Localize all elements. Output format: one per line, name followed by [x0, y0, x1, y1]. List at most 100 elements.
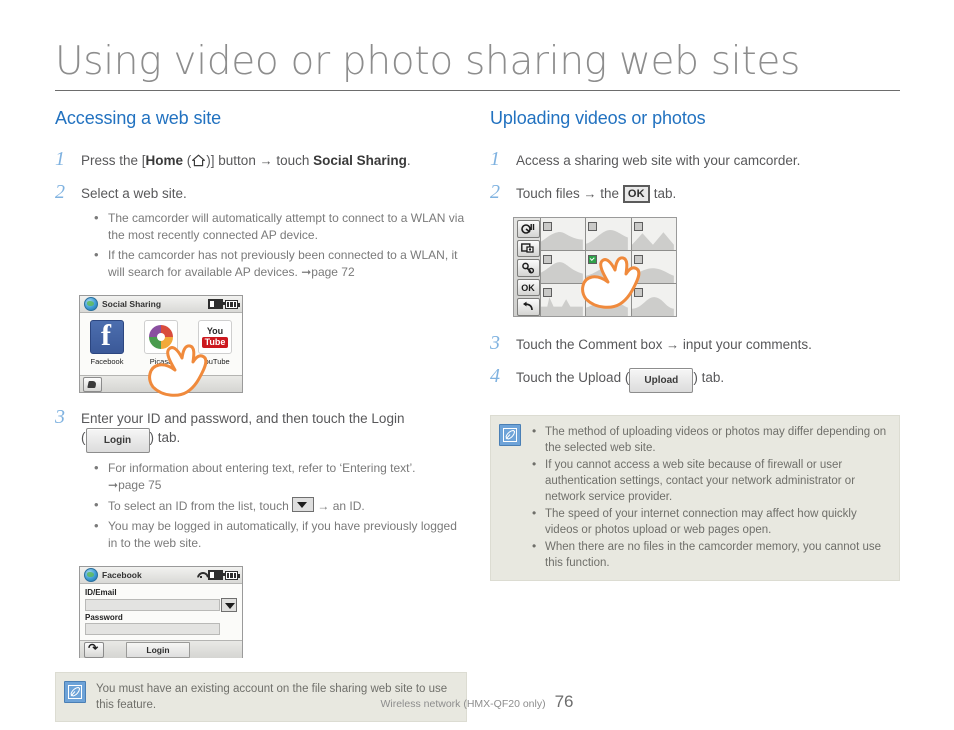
- ok-button[interactable]: OK: [516, 278, 540, 297]
- step-text: Touch the Comment box → input your comme…: [516, 335, 900, 354]
- photo-mode-icon[interactable]: [516, 239, 540, 258]
- ok-tab-inline[interactable]: OK: [622, 185, 650, 203]
- bullet-text: For information about entering text, ref…: [108, 461, 416, 475]
- thumbnail-item[interactable]: [541, 218, 586, 250]
- social-app-facebook[interactable]: Facebook: [84, 320, 130, 366]
- social-app-picasa[interactable]: Picasa: [138, 320, 184, 366]
- right-column: Uploading videos or photos 1 Access a sh…: [490, 108, 900, 581]
- thumbnail-grid-screen-mock: OK: [513, 217, 677, 317]
- bullet-item: You may be logged in automatically, if y…: [93, 517, 465, 552]
- chevron-down-icon[interactable]: [221, 598, 237, 612]
- facebook-login-screen-mock: Facebook ID/Email Password ↶ Login: [79, 566, 243, 658]
- app-label: YouTube: [200, 357, 230, 366]
- battery-icon: [208, 299, 225, 309]
- id-email-label: ID/Email: [85, 588, 117, 597]
- app-label: Picasa: [149, 357, 173, 366]
- thumbnail-checkbox[interactable]: [588, 222, 598, 231]
- paren-close: ) tab.: [149, 430, 181, 445]
- step1-bold-social: Social Sharing: [313, 153, 407, 168]
- step1-pre: Press the [: [81, 153, 146, 168]
- thumbnail-item[interactable]: [541, 251, 586, 283]
- thumbnail-checkbox-checked[interactable]: [588, 255, 598, 264]
- right-step-4: 4 Touch the Upload (Upload) tab.: [490, 365, 900, 393]
- bullet-item: For information about entering text, ref…: [93, 459, 465, 494]
- note-text: The method of uploading videos or photos…: [531, 423, 889, 572]
- network-icon[interactable]: [83, 376, 102, 392]
- step-number: 1: [55, 148, 65, 170]
- thumbnail-item[interactable]: [586, 218, 631, 250]
- left-step2-bullets: The camcorder will automatically attempt…: [81, 209, 465, 281]
- login-button[interactable]: Login: [126, 641, 190, 658]
- note-pencil-icon: [499, 424, 521, 446]
- thumbnail-checkbox[interactable]: [633, 255, 643, 264]
- bullet-item: The method of uploading videos or photos…: [531, 423, 889, 456]
- back-arrow-icon[interactable]: [516, 298, 540, 316]
- mock-footer-bar: Login: [80, 640, 242, 658]
- step1-bold-home: Home: [145, 153, 184, 168]
- thumbnail-item[interactable]: [631, 284, 676, 316]
- thumbnail-item[interactable]: [631, 218, 676, 250]
- page-number: 76: [554, 692, 574, 711]
- step-text: Touch the Upload (Upload) tab.: [516, 368, 900, 393]
- battery-full-icon: [225, 570, 240, 580]
- social-app-list: Facebook Picasa YouTube YouTube: [80, 313, 242, 375]
- bullet-item: When there are no files in the camcorder…: [531, 538, 889, 571]
- step2-mid: the: [596, 186, 623, 201]
- globe-icon: [84, 297, 98, 311]
- left-step-1: 1 Press the [Home ()] button → touch Soc…: [55, 148, 465, 170]
- id-email-field[interactable]: [85, 599, 220, 611]
- step-number: 3: [55, 406, 65, 428]
- thumbnail-checkbox[interactable]: [633, 288, 643, 297]
- bullet-item: The speed of your internet connection ma…: [531, 505, 889, 538]
- video-mode-icon[interactable]: [516, 220, 540, 238]
- step-text: Touch files → the OK tab.: [516, 184, 900, 203]
- thumbnail-item[interactable]: [631, 251, 676, 283]
- left-step-3: 3 Enter your ID and password, and then t…: [55, 406, 465, 552]
- login-button-inline[interactable]: Login: [85, 428, 150, 453]
- footer-text: Wireless network (HMX-QF20 only): [380, 698, 546, 710]
- battery-icon: [208, 570, 225, 580]
- step1-end: .: [406, 153, 411, 168]
- mock-titlebar: Social Sharing: [80, 296, 242, 313]
- social-app-youtube[interactable]: You Tube YouTube: [192, 320, 238, 366]
- globe-icon: [84, 568, 98, 582]
- youtube-icon: You Tube: [198, 320, 232, 354]
- bullet-item: If the camcorder has not previously been…: [93, 246, 465, 281]
- facebook-icon: [90, 320, 124, 354]
- page-reference: page 75: [118, 478, 162, 492]
- arrow-glyph: →: [259, 153, 273, 168]
- password-field[interactable]: [85, 623, 220, 635]
- step1-post2: touch: [272, 153, 314, 168]
- thumbnail-item[interactable]: [541, 284, 586, 316]
- bullet-item: If you cannot access a web site because …: [531, 456, 889, 505]
- thumbnail-checkbox[interactable]: [633, 222, 643, 231]
- step-number: 2: [490, 181, 500, 203]
- thumbnail-item[interactable]: [586, 251, 631, 283]
- back-arrow-icon[interactable]: [84, 641, 104, 658]
- password-label: Password: [85, 613, 123, 622]
- thumbnail-item[interactable]: [586, 284, 631, 316]
- status-icons: [196, 570, 240, 580]
- thumbnail-checkbox[interactable]: [543, 255, 552, 264]
- bullet-item: To select an ID from the list, touch → a…: [93, 496, 465, 515]
- step-number: 4: [490, 365, 500, 387]
- manual-page: Using video or photo sharing web sites A…: [0, 0, 954, 730]
- page-footer: Wireless network (HMX-QF20 only) 76: [0, 692, 954, 712]
- step3-post: input your comments.: [679, 337, 812, 352]
- grid-side-toolbar: OK: [514, 218, 540, 316]
- thumbnail-grid: [540, 218, 676, 316]
- step2-post: tab.: [649, 186, 677, 201]
- settings-icon[interactable]: [516, 259, 540, 277]
- step4-post: ) tab.: [693, 370, 725, 385]
- page-ref-arrow-icon: ➞: [108, 478, 119, 492]
- bullet-post: → an ID.: [314, 499, 365, 513]
- upload-button-inline[interactable]: Upload: [629, 368, 694, 393]
- page-reference: page 72: [311, 265, 355, 279]
- thumbnail-checkbox[interactable]: [588, 288, 598, 297]
- step-number: 2: [55, 181, 65, 203]
- title-divider: [55, 90, 900, 91]
- thumbnail-checkbox[interactable]: [543, 222, 552, 231]
- arrow-glyph: →: [583, 186, 597, 201]
- thumbnail-checkbox[interactable]: [543, 288, 552, 297]
- status-icons: [208, 299, 240, 309]
